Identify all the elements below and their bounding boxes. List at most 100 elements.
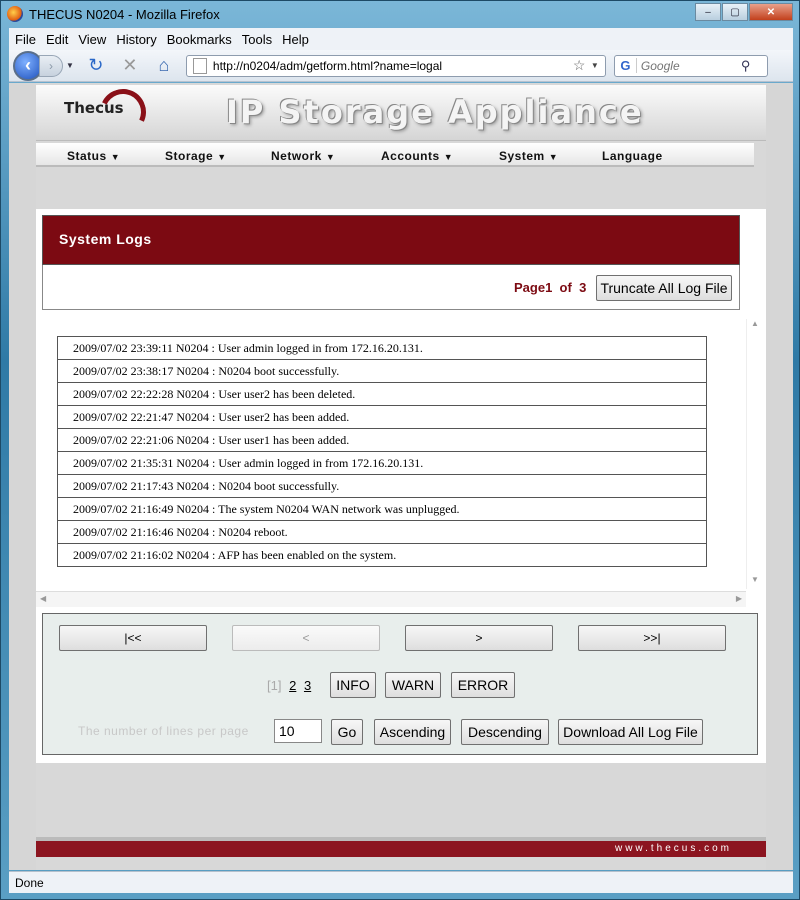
- page-of: of: [559, 280, 572, 295]
- menu-tools[interactable]: Tools: [242, 32, 272, 47]
- first-page-button[interactable]: |<<: [59, 625, 207, 651]
- log-controls: |<< < > >>| [1] 2 3 INFO WARN ERROR The …: [42, 613, 758, 755]
- nav-language-label: Language: [602, 149, 663, 163]
- nav-storage-label: Storage: [165, 149, 214, 163]
- nav-network[interactable]: Network ▼: [271, 149, 335, 163]
- window-controls: – ▢ ✕: [695, 3, 793, 21]
- table-row: 2009/07/02 21:35:31 N0204 : User admin l…: [57, 451, 707, 475]
- table-row: 2009/07/02 23:39:11 N0204 : User admin l…: [57, 336, 707, 360]
- menu-file[interactable]: File: [15, 32, 36, 47]
- scroll-up-icon[interactable]: ▲: [747, 319, 763, 333]
- panel-title: System Logs: [59, 231, 152, 247]
- table-row: 2009/07/02 22:22:28 N0204 : User user2 h…: [57, 382, 707, 406]
- google-icon[interactable]: G: [615, 58, 637, 73]
- ascending-button[interactable]: Ascending: [374, 719, 451, 745]
- bookmark-star-icon[interactable]: ☆: [573, 57, 591, 74]
- menu-history[interactable]: History: [116, 32, 156, 47]
- next-page-button[interactable]: >: [405, 625, 553, 651]
- table-row: 2009/07/02 21:16:49 N0204 : The system N…: [57, 497, 707, 521]
- page-current: 1: [545, 280, 553, 295]
- scroll-left-icon[interactable]: ◀: [40, 594, 46, 603]
- stop-icon[interactable]: ✕: [118, 54, 142, 78]
- search-icon[interactable]: ⚲: [741, 58, 761, 74]
- log-entry: 2009/07/02 22:21:47 N0204 : User user2 h…: [57, 405, 707, 429]
- error-filter-button[interactable]: ERROR: [451, 672, 515, 698]
- nav-status[interactable]: Status ▼: [67, 149, 120, 163]
- nav-system[interactable]: System ▼: [499, 149, 558, 163]
- main-content: System Logs Page1 of 3 Truncate All Log …: [36, 209, 766, 763]
- window-title: THECUS N0204 - Mozilla Firefox: [29, 6, 220, 22]
- page-link-2[interactable]: 2: [289, 678, 296, 693]
- forward-button[interactable]: ›: [39, 54, 63, 77]
- minimize-button[interactable]: –: [695, 3, 721, 21]
- header-banner: Thecus IP Storage Appliance: [36, 83, 766, 142]
- dropdown-arrow-icon: ▼: [110, 152, 121, 162]
- thecus-logo: Thecus: [64, 99, 124, 117]
- page-footer: www.thecus.com: [36, 841, 766, 857]
- title-bar: THECUS N0204 - Mozilla Firefox – ▢ ✕: [1, 1, 799, 27]
- main-navigation: Status ▼ Storage ▼ Network ▼ Accounts ▼ Syst…: [36, 143, 754, 167]
- table-row: 2009/07/02 21:16:46 N0204 : N0204 reboot…: [57, 520, 707, 544]
- home-icon[interactable]: ⌂: [152, 54, 176, 78]
- log-entry: 2009/07/02 21:35:31 N0204 : User admin l…: [57, 451, 707, 475]
- current-page: [1]: [267, 678, 282, 693]
- url-input[interactable]: [212, 58, 573, 73]
- download-all-log-button[interactable]: Download All Log File: [558, 719, 703, 745]
- nav-system-label: System: [499, 149, 545, 163]
- scroll-down-icon[interactable]: ▼: [747, 575, 763, 589]
- scroll-right-icon[interactable]: ▶: [736, 594, 742, 603]
- warn-filter-button[interactable]: WARN: [385, 672, 441, 698]
- dropdown-arrow-icon: ▼: [443, 152, 454, 162]
- menu-bar: File Edit View History Bookmarks Tools H…: [9, 28, 793, 50]
- address-bar: ☆ ▼: [185, 54, 606, 77]
- log-entry: 2009/07/02 21:16:49 N0204 : The system N…: [57, 497, 707, 521]
- page-link-3[interactable]: 3: [304, 678, 311, 693]
- info-filter-button[interactable]: INFO: [330, 672, 376, 698]
- table-row: 2009/07/02 21:17:43 N0204 : N0204 boot s…: [57, 474, 707, 498]
- status-text: Done: [15, 875, 44, 890]
- log-entry: 2009/07/02 22:21:06 N0204 : User user1 h…: [57, 428, 707, 452]
- table-row: 2009/07/02 21:16:02 N0204 : AFP has been…: [57, 543, 707, 567]
- log-entry: 2009/07/02 23:38:17 N0204 : N0204 boot s…: [57, 359, 707, 383]
- page-viewport: Thecus IP Storage Appliance Status ▼ Stor…: [9, 83, 793, 870]
- page-icon: [192, 57, 207, 74]
- forward-arrow-icon: ›: [49, 58, 53, 73]
- log-entry: 2009/07/02 21:16:46 N0204 : N0204 reboot…: [57, 520, 707, 544]
- go-button[interactable]: Go: [331, 719, 363, 745]
- reload-icon[interactable]: ↻: [84, 54, 108, 78]
- truncate-all-log-button[interactable]: Truncate All Log File: [596, 275, 732, 301]
- last-page-button[interactable]: >>|: [578, 625, 726, 651]
- history-dropdown-icon[interactable]: ▼: [66, 61, 74, 70]
- nav-accounts[interactable]: Accounts ▼: [381, 149, 453, 163]
- log-entry: 2009/07/02 23:39:11 N0204 : User admin l…: [57, 336, 707, 360]
- menu-edit[interactable]: Edit: [46, 32, 68, 47]
- dropdown-arrow-icon: ▼: [325, 152, 336, 162]
- log-entry: 2009/07/02 21:16:02 N0204 : AFP has been…: [57, 543, 707, 567]
- search-input[interactable]: [640, 58, 741, 73]
- close-button[interactable]: ✕: [749, 3, 793, 21]
- prev-page-button[interactable]: <: [232, 625, 380, 651]
- log-table: 2009/07/02 23:39:11 N0204 : User admin l…: [57, 336, 707, 567]
- descending-button[interactable]: Descending: [461, 719, 549, 745]
- maximize-button[interactable]: ▢: [722, 3, 748, 21]
- firefox-icon: [7, 6, 23, 22]
- nav-storage[interactable]: Storage ▼: [165, 149, 227, 163]
- table-row: 2009/07/02 23:38:17 N0204 : N0204 boot s…: [57, 359, 707, 383]
- menu-help[interactable]: Help: [282, 32, 309, 47]
- page-info-bar: Page1 of 3 Truncate All Log File: [42, 265, 740, 310]
- lines-per-page-input[interactable]: [274, 719, 322, 743]
- vertical-scrollbar[interactable]: ▲ ▼: [746, 319, 762, 589]
- log-entry: 2009/07/02 21:17:43 N0204 : N0204 boot s…: [57, 474, 707, 498]
- navigation-toolbar: ‹ › ▼ ↻ ✕ ⌂ ☆ ▼ G ⚲: [9, 50, 793, 82]
- header-tagline: IP Storage Appliance: [226, 93, 644, 131]
- status-bar: Done: [9, 871, 793, 893]
- search-bar: G ⚲: [613, 54, 768, 77]
- log-frame: 2009/07/02 23:39:11 N0204 : User admin l…: [36, 319, 762, 607]
- menu-bookmarks[interactable]: Bookmarks: [167, 32, 232, 47]
- log-entry: 2009/07/02 22:22:28 N0204 : User user2 h…: [57, 382, 707, 406]
- horizontal-scrollbar[interactable]: ◀ ▶: [36, 591, 746, 607]
- page-label: Page: [514, 280, 546, 295]
- menu-view[interactable]: View: [78, 32, 106, 47]
- nav-language[interactable]: Language: [602, 149, 663, 163]
- url-dropdown-icon[interactable]: ▼: [591, 61, 605, 70]
